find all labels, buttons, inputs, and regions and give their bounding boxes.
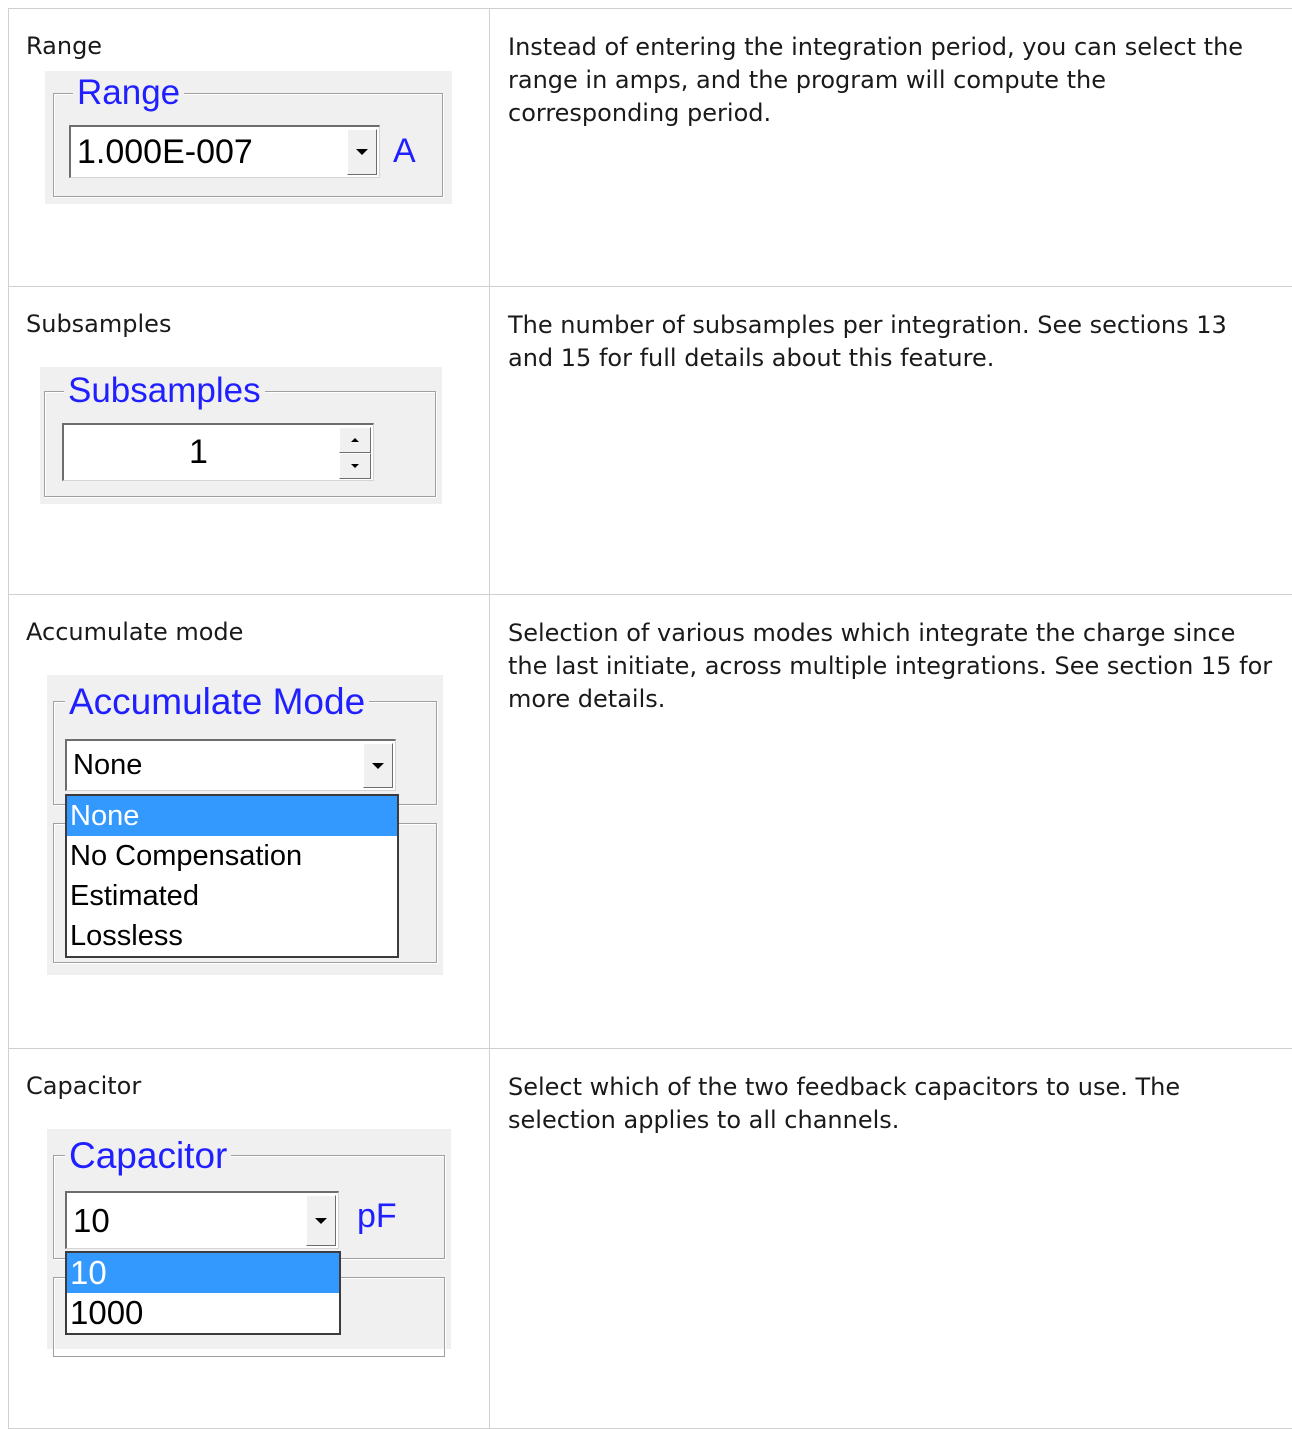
field-description: Selection of various modes which integra… — [508, 617, 1279, 716]
table-row-accumulate-mode: Accumulate mode Accumulate Mode None Non… — [9, 595, 1292, 1049]
range-combo[interactable]: 1.000E-007 — [69, 125, 380, 178]
accumulate-mode-combo[interactable]: None — [65, 739, 396, 791]
subsamples-value: 1 — [64, 425, 333, 480]
field-name: Range — [26, 31, 489, 61]
accumulate-mode-widget: Accumulate Mode None None No Compensatio… — [47, 675, 443, 975]
field-description: The number of subsamples per integration… — [508, 309, 1279, 375]
capacitor-dropdown-button[interactable] — [306, 1195, 336, 1246]
accumulate-mode-combo-value: None — [73, 741, 142, 790]
field-cell: Subsamples Subsamples 1 — [9, 287, 490, 595]
dropdown-option-1000[interactable]: 1000 — [67, 1293, 339, 1333]
caret-down-icon — [351, 464, 359, 468]
table-row-range: Range Range 1.000E-007 A Instead of ente… — [9, 9, 1292, 287]
chevron-down-icon — [356, 149, 368, 155]
field-cell: Capacitor Capacitor 10 pF 10 1000 — [9, 1049, 490, 1429]
spin-up-button[interactable] — [339, 427, 371, 453]
capacitor-widget: Capacitor 10 pF 10 1000 — [47, 1129, 451, 1349]
subsamples-widget: Subsamples 1 — [40, 367, 442, 504]
dropdown-option-10[interactable]: 10 — [67, 1253, 339, 1293]
spin-down-button[interactable] — [339, 453, 371, 479]
dropdown-option-lossless[interactable]: Lossless — [67, 916, 397, 956]
subsamples-legend: Subsamples — [64, 373, 265, 408]
range-widget: Range 1.000E-007 A — [45, 71, 452, 204]
dropdown-option-no-compensation[interactable]: No Compensation — [67, 836, 397, 876]
range-combo-value: 1.000E-007 — [77, 127, 253, 177]
capacitor-combo-value: 10 — [73, 1193, 110, 1248]
chevron-down-icon — [315, 1218, 327, 1224]
range-dropdown-button[interactable] — [347, 129, 377, 175]
chevron-down-icon — [372, 763, 384, 769]
field-description: Select which of the two feedback capacit… — [508, 1071, 1279, 1137]
accumulate-mode-dropdown-button[interactable] — [363, 743, 393, 788]
settings-table: Range Range 1.000E-007 A Instead of ente… — [8, 8, 1292, 1429]
caret-up-icon — [351, 438, 359, 442]
accumulate-mode-dropdown-list: None No Compensation Estimated Lossless — [65, 794, 399, 958]
description-cell: Selection of various modes which integra… — [490, 595, 1292, 1049]
range-legend: Range — [73, 75, 184, 110]
field-name: Capacitor — [26, 1071, 489, 1101]
table-row-subsamples: Subsamples Subsamples 1 The number of su… — [9, 287, 1292, 595]
field-cell: Accumulate mode Accumulate Mode None Non… — [9, 595, 490, 1049]
description-cell: The number of subsamples per integration… — [490, 287, 1292, 595]
accumulate-mode-legend: Accumulate Mode — [65, 683, 369, 720]
capacitor-unit-label: pF — [357, 1199, 397, 1233]
description-cell: Instead of entering the integration peri… — [490, 9, 1292, 287]
description-cell: Select which of the two feedback capacit… — [490, 1049, 1292, 1429]
capacitor-dropdown-list: 10 1000 — [65, 1251, 341, 1335]
field-description: Instead of entering the integration peri… — [508, 31, 1279, 130]
capacitor-legend: Capacitor — [65, 1137, 231, 1174]
subsamples-spin-input[interactable]: 1 — [62, 423, 374, 481]
field-name: Accumulate mode — [26, 617, 489, 647]
dropdown-option-estimated[interactable]: Estimated — [67, 876, 397, 916]
field-cell: Range Range 1.000E-007 A — [9, 9, 490, 287]
capacitor-combo[interactable]: 10 — [65, 1191, 339, 1249]
range-unit-label: A — [393, 134, 416, 168]
table-row-capacitor: Capacitor Capacitor 10 pF 10 1000 S — [9, 1049, 1292, 1429]
dropdown-option-none[interactable]: None — [67, 796, 397, 836]
field-name: Subsamples — [26, 309, 489, 339]
